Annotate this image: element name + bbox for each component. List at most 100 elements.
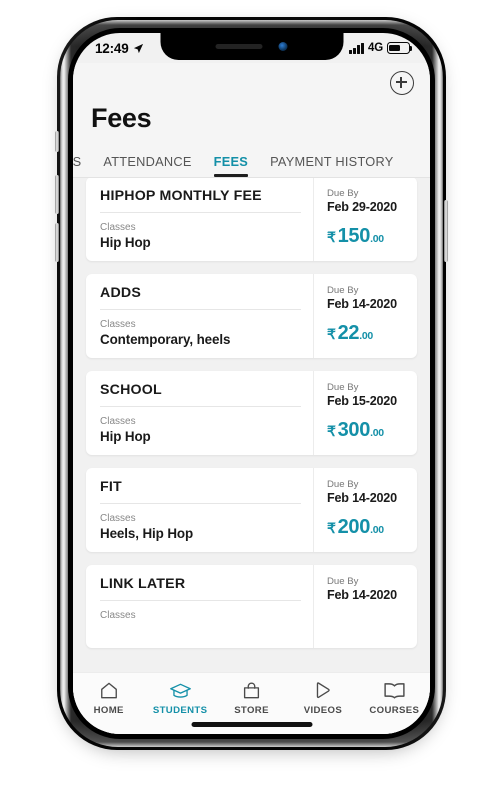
due-date: Feb 14-2020 [327,297,397,311]
amount-integer: 300 [337,419,371,441]
due-date: Feb 15-2020 [327,394,397,408]
tab-fees[interactable]: FEES [213,154,249,177]
fee-card[interactable]: HIPHOP MONTHLY FEE Classes Hip Hop Due B… [86,177,417,261]
status-time: 12:49 [95,40,129,56]
currency-symbol: ₹ [327,326,336,342]
tab-label: FEES [213,154,249,169]
due-by-label: Due By [327,479,359,490]
amount-decimals: .00 [370,524,384,536]
due-by-label: Due By [327,285,359,296]
nav-item-videos[interactable]: VIDEOS [287,680,358,716]
due-date: Feb 14-2020 [327,491,397,505]
due-by-label: Due By [327,576,359,587]
classes-label: Classes [100,319,136,330]
fee-card-left: FIT Classes Heels, Hip Hop [86,468,313,552]
classes-label: Classes [100,610,136,621]
fee-name: ADDS [100,285,301,310]
front-camera-icon [278,42,288,51]
status-bar-right: 4G [349,42,413,54]
due-by-label: Due By [327,382,359,393]
amount-integer: 200 [337,516,371,538]
tab-label: SES [73,154,82,169]
nav-item-courses[interactable]: COURSES [359,680,430,716]
fee-card-right: Due By Feb 14-2020 [313,565,417,648]
amount-decimals: .00 [370,233,384,245]
currency-symbol: ₹ [327,520,336,536]
volume-up-button[interactable] [55,175,59,214]
home-indicator[interactable] [191,722,312,727]
fee-card-left: ADDS Classes Contemporary, heels [86,274,313,358]
fee-name: LINK LATER [100,576,301,601]
classes-label: Classes [100,513,136,524]
fee-card-left: SCHOOL Classes Hip Hop [86,371,313,455]
tab-label: PAYMENT HISTORY [270,154,394,169]
fee-name: FIT [100,479,301,504]
play-icon [313,680,333,701]
nav-label: STUDENTS [152,705,208,716]
tab-attendance[interactable]: ATTENDANCE [103,154,191,177]
home-icon [99,680,119,701]
currency-symbol: ₹ [327,229,336,245]
earpiece-speaker-icon [215,44,263,49]
classes-value: Heels, Hip Hop [100,526,194,541]
fee-name: SCHOOL [100,382,301,407]
location-arrow-icon [133,43,143,53]
header-action-row [73,63,430,103]
nav-item-students[interactable]: STUDENTS [144,680,215,716]
fee-name: HIPHOP MONTHLY FEE [100,188,301,213]
nav-label: HOME [93,705,124,716]
tab-label: ATTENDANCE [103,154,192,169]
nav-label: VIDEOS [303,705,343,716]
amount-decimals: .00 [359,330,373,342]
tab-classes[interactable]: SES [73,154,81,177]
nav-label: COURSES [369,705,420,716]
classes-value: Contemporary, heels [100,332,231,347]
fee-card-left: LINK LATER Classes [86,565,313,648]
amount-decimals: .00 [370,427,384,439]
fee-card-left: HIPHOP MONTHLY FEE Classes Hip Hop [86,177,313,261]
fee-amount: ₹ 22 .00 [327,322,407,345]
book-icon [383,680,406,701]
power-button[interactable] [444,200,448,262]
notch [160,33,343,60]
tab-payment-history[interactable]: PAYMENT HISTORY [270,154,393,177]
page-title: Fees [91,103,152,133]
app-header: Fees SES ATTENDANCE FEES PAYMENT HISTORY [73,63,430,178]
fee-card-right: Due By Feb 14-2020 ₹ 22 .00 [313,274,417,358]
fee-card[interactable]: SCHOOL Classes Hip Hop Due By Feb 15-202… [86,371,417,455]
fee-card-right: Due By Feb 29-2020 ₹ 150 .00 [313,177,417,261]
network-type-label: 4G [368,42,383,54]
fee-card-right: Due By Feb 14-2020 ₹ 200 .00 [313,468,417,552]
amount-integer: 150 [337,225,371,247]
fee-card[interactable]: LINK LATER Classes Due By Feb 14-2020 [86,565,417,648]
due-by-label: Due By [327,188,359,199]
classes-label: Classes [100,222,136,233]
fee-card-list[interactable]: HIPHOP MONTHLY FEE Classes Hip Hop Due B… [73,169,430,734]
fee-card[interactable]: ADDS Classes Contemporary, heels Due By … [86,274,417,358]
classes-value: Hip Hop [100,429,151,444]
shopping-bag-icon [242,680,261,701]
battery-icon [387,42,413,54]
tab-bar: SES ATTENDANCE FEES PAYMENT HISTORY [73,144,430,178]
fee-card[interactable]: FIT Classes Heels, Hip Hop Due By Feb 14… [86,468,417,552]
status-bar-left: 12:49 [95,41,144,56]
classes-value: Hip Hop [100,235,151,250]
classes-label: Classes [100,416,136,427]
nav-item-store[interactable]: STORE [216,680,287,716]
volume-down-button[interactable] [55,223,59,262]
fee-amount: ₹ 150 .00 [327,225,407,248]
fee-card-right: Due By Feb 15-2020 ₹ 300 .00 [313,371,417,455]
silent-switch[interactable] [55,131,59,152]
signal-bars-icon [349,42,365,54]
fee-amount: ₹ 300 .00 [327,419,407,442]
amount-integer: 22 [337,322,360,344]
phone-mockup: 12:49 4G Fees SES ATTENDANCE FEES PAYMEN… [0,0,503,799]
phone-screen: 12:49 4G Fees SES ATTENDANCE FEES PAYMEN… [73,33,430,734]
graduation-cap-icon [169,680,192,701]
add-fee-button[interactable] [390,71,414,95]
due-date: Feb 29-2020 [327,200,397,214]
nav-label: STORE [234,705,269,716]
nav-item-home[interactable]: HOME [73,680,144,716]
fee-amount: ₹ 200 .00 [327,516,407,539]
due-date: Feb 14-2020 [327,588,397,602]
